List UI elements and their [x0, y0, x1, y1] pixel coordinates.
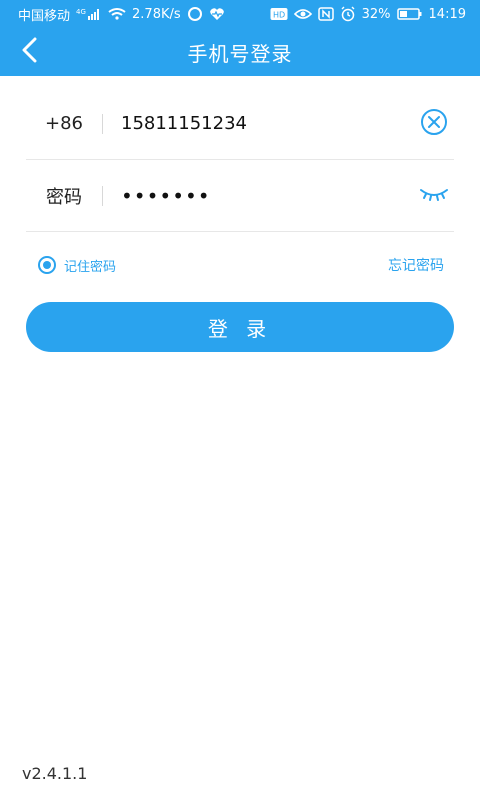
svg-text:HD: HD — [273, 11, 285, 20]
loading-ring-icon — [187, 5, 203, 23]
wifi-icon — [108, 5, 126, 23]
status-right: HD 32% 14:19 — [270, 5, 466, 23]
password-label: 密码 — [46, 186, 82, 208]
alarm-icon — [340, 5, 356, 23]
chevron-left-icon — [19, 37, 41, 67]
toggle-password-button[interactable] — [414, 176, 454, 216]
divider — [102, 185, 103, 206]
nfc-icon — [317, 5, 334, 23]
battery-percent: 32% — [361, 6, 391, 22]
eye-closed-icon — [418, 184, 450, 208]
status-time: 14:19 — [428, 6, 466, 22]
status-left: 中国移动 4G 2.78K/s — [18, 5, 225, 24]
battery-icon — [396, 5, 423, 23]
app-bar: 手机号登录 — [0, 28, 480, 76]
phone-input[interactable]: 15811151234 — [121, 113, 414, 134]
country-code[interactable]: +86 — [26, 113, 102, 134]
clear-circle-x-icon — [420, 108, 448, 140]
divider — [102, 113, 103, 134]
password-input[interactable]: ••••••• — [121, 184, 414, 208]
cellular-signal-icon: 4G — [76, 5, 102, 23]
password-row: 密码 ••••••• — [26, 160, 454, 232]
forgot-password-link[interactable]: 忘记密码 — [388, 255, 444, 275]
back-button[interactable] — [12, 34, 48, 70]
health-heart-icon — [209, 5, 225, 23]
radio-checked-icon — [38, 256, 56, 274]
svg-text:4G: 4G — [76, 8, 86, 16]
remember-password-radio[interactable]: 记住密码 — [38, 256, 116, 275]
status-bar: 中国移动 4G 2.78K/s HD 32% 14:19 — [0, 0, 480, 28]
login-options: 记住密码 忘记密码 — [38, 250, 444, 280]
hd-icon: HD — [270, 5, 288, 23]
phone-row: +86 15811151234 — [26, 88, 454, 160]
eye-comfort-icon — [293, 5, 312, 23]
clear-phone-button[interactable] — [414, 104, 454, 144]
top-bar: 中国移动 4G 2.78K/s HD 32% 14:19 手机号登录 — [0, 0, 480, 76]
login-button[interactable]: 登 录 — [26, 302, 454, 352]
page-title: 手机号登录 — [187, 41, 293, 66]
network-speed: 2.78K/s — [132, 6, 181, 22]
remember-password-label: 记住密码 — [64, 259, 117, 275]
app-version: v2.4.1.1 — [22, 764, 88, 783]
carrier-name: 中国移动 — [18, 8, 71, 24]
